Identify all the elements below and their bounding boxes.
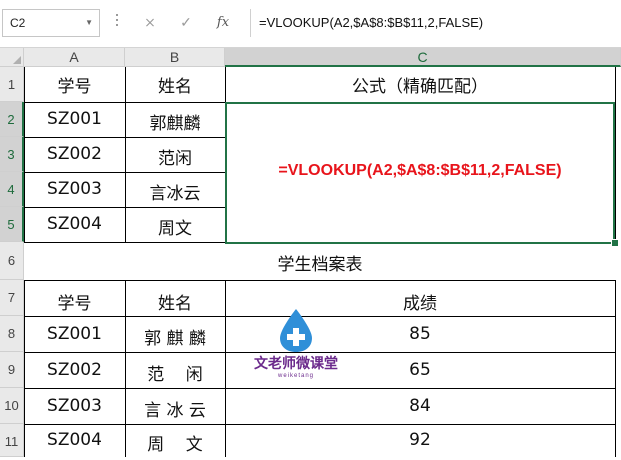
name-box[interactable]: C2 ▼ [2,9,100,37]
fill-handle[interactable] [611,239,619,247]
archive-header-id[interactable]: 学号 [24,289,125,314]
cell-id[interactable]: SZ003 [24,179,125,199]
row-header-8[interactable]: 8 [0,316,24,352]
row-header-10[interactable]: 10 [0,388,24,424]
row-header-5[interactable]: 5 [0,207,24,242]
row-header-6[interactable]: 6 [0,242,24,280]
column-header-a[interactable]: A [24,48,125,67]
grid-line [24,388,616,389]
archive-cell-name[interactable]: 郭 麒 麟 [125,324,225,349]
watermark-subtitle: weiketang [277,373,315,379]
formula-bar: C2 ▼ × ✓ fx =VLOOKUP(A2,$A$8:$B$11,2,FAL… [0,0,621,48]
cancel-icon[interactable]: × [140,13,160,33]
archive-cell-name[interactable]: 言 冰 云 [125,396,225,421]
formula-result: =VLOOKUP(A2,$A$8:$B$11,2,FALSE) [278,162,562,179]
formula-input[interactable]: =VLOOKUP(A2,$A$8:$B$11,2,FALSE) [250,9,620,37]
cell-id[interactable]: SZ002 [24,144,125,164]
archive-cell-id[interactable]: SZ001 [24,324,125,344]
grid-line [24,137,225,138]
cell-name[interactable]: 范闲 [125,144,225,169]
row-header-7[interactable]: 7 [0,280,24,316]
archive-title[interactable]: 学生档案表 [24,250,616,275]
cell-id[interactable]: SZ004 [24,214,125,234]
cell-name[interactable]: 郭麒麟 [125,109,225,134]
cell-name[interactable]: 周文 [125,214,225,239]
drag-handle-icon[interactable] [116,14,119,32]
grid-line [24,207,225,208]
header-id[interactable]: 学号 [24,72,125,97]
archive-cell-name[interactable]: 范 闲 [125,360,225,385]
row-header-11[interactable]: 11 [0,424,24,457]
row-header-3[interactable]: 3 [0,137,24,172]
row-header-9[interactable]: 9 [0,352,24,388]
select-all-corner[interactable] [0,48,24,67]
water-drop-icon [280,309,312,352]
chevron-down-icon[interactable]: ▼ [85,10,93,36]
archive-cell-id[interactable]: SZ003 [24,396,125,416]
row-header-1[interactable]: 1 [0,67,24,102]
archive-cell-name[interactable]: 周 文 [125,430,225,455]
insert-function-icon[interactable]: fx [213,13,233,33]
archive-cell-score[interactable]: 84 [225,396,615,416]
selected-merged-cell[interactable]: =VLOOKUP(A2,$A$8:$B$11,2,FALSE) [225,102,615,244]
column-header-b[interactable]: B [125,48,225,67]
watermark-logo: 文老师微课堂 weiketang [240,307,352,385]
grid-line [615,280,616,457]
archive-header-name[interactable]: 姓名 [125,289,225,314]
cell-id[interactable]: SZ001 [24,109,125,129]
grid-line [24,424,616,425]
grid-line [24,172,225,173]
column-header-c[interactable]: C [225,48,621,67]
archive-cell-id[interactable]: SZ004 [24,430,125,450]
archive-cell-id[interactable]: SZ002 [24,360,125,380]
grid-line [615,67,616,242]
header-formula[interactable]: 公式（精确匹配） [225,72,615,97]
header-name[interactable]: 姓名 [125,72,225,97]
cell-name[interactable]: 言冰云 [125,179,225,204]
name-box-value: C2 [10,16,26,30]
archive-cell-score[interactable]: 92 [225,430,615,450]
watermark-title: 文老师微课堂 [254,356,338,372]
grid-line [24,280,616,281]
confirm-icon[interactable]: ✓ [176,13,196,33]
row-header-4[interactable]: 4 [0,172,24,207]
row-header-2[interactable]: 2 [0,102,24,137]
